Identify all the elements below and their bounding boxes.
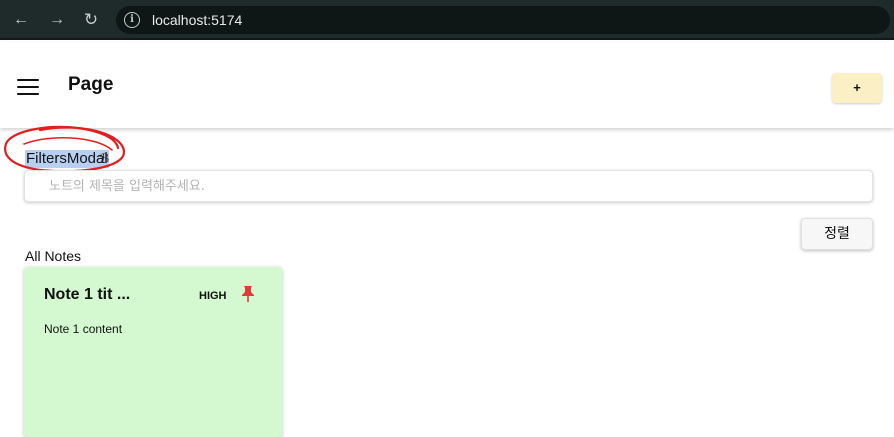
- sort-button[interactable]: 정렬: [801, 218, 873, 250]
- app-header: Page +: [0, 42, 894, 128]
- note-priority-badge: HIGH: [199, 290, 227, 302]
- note-content: Note 1 content: [44, 322, 123, 336]
- all-notes-heading: All Notes: [25, 248, 82, 264]
- info-icon[interactable]: i: [124, 12, 140, 28]
- reload-icon[interactable]: ↻: [80, 9, 102, 31]
- note-title: Note 1 tit ...: [44, 286, 131, 303]
- note-title-search-input[interactable]: [24, 170, 873, 202]
- pin-icon[interactable]: [241, 285, 255, 303]
- address-bar[interactable]: i localhost:5174: [116, 6, 890, 34]
- text-cursor-icon: ℬ: [99, 151, 110, 166]
- note-card[interactable]: Note 1 tit ... HIGH Note 1 content: [24, 267, 282, 437]
- hamburger-menu-icon[interactable]: [17, 79, 39, 96]
- arrow-right-icon[interactable]: →: [46, 9, 68, 31]
- filters-modal-label: FiltersModal: [25, 150, 109, 168]
- browser-toolbar: ← → ↻ i localhost:5174: [0, 0, 894, 40]
- page-title: Page: [68, 74, 114, 95]
- add-note-button[interactable]: +: [832, 73, 882, 103]
- arrow-left-icon[interactable]: ←: [10, 9, 32, 31]
- url-text: localhost:5174: [152, 12, 243, 28]
